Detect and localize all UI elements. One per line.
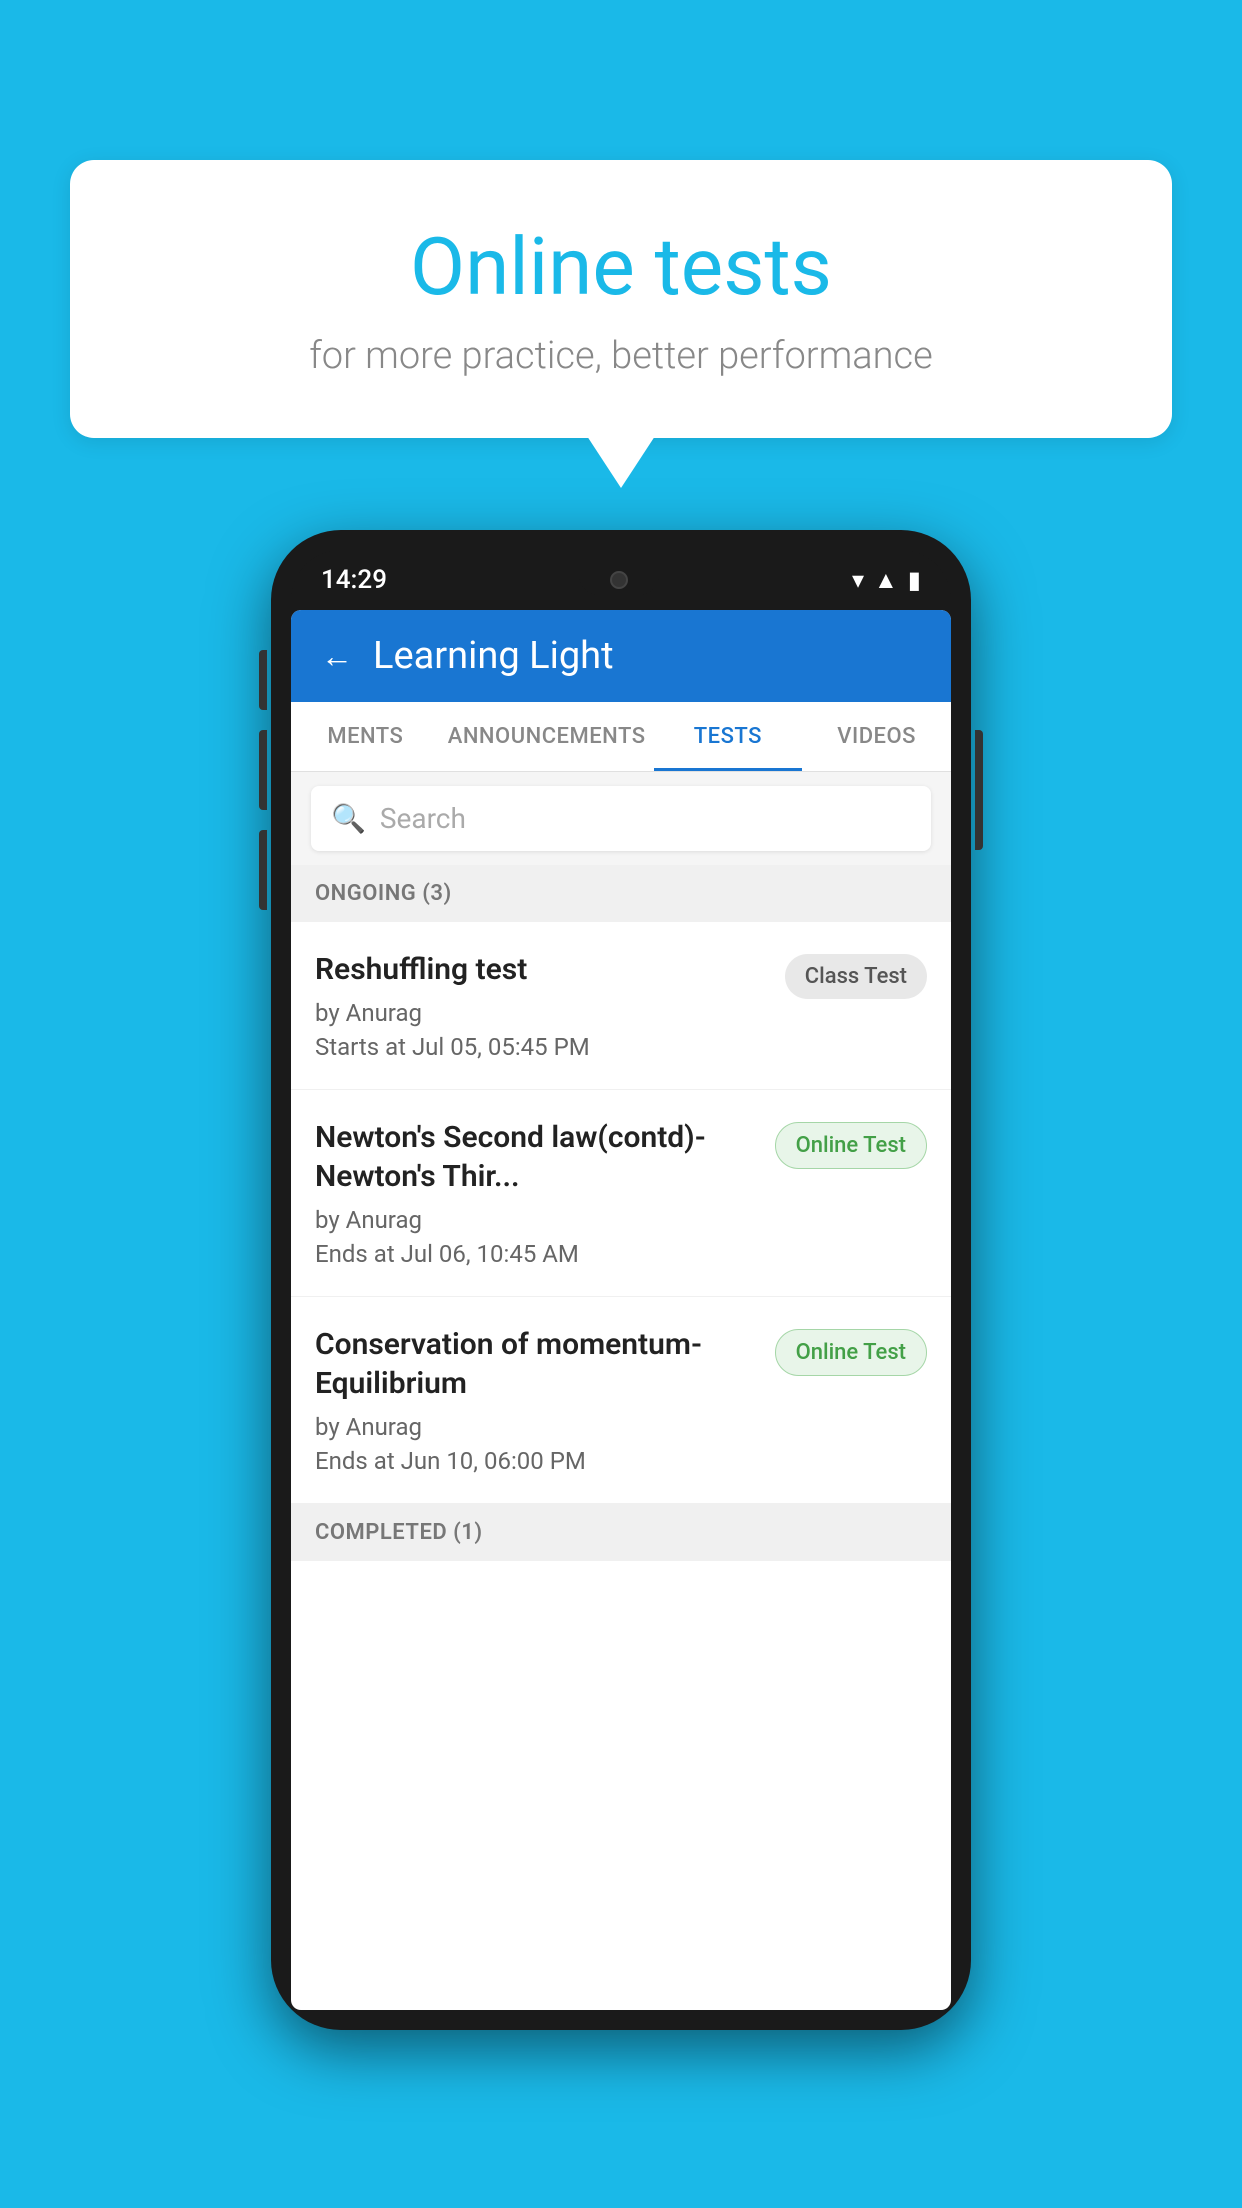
phone-screen: ← Learning Light MENTS ANNOUNCEMENTS TES… (291, 610, 951, 2010)
phone-camera (610, 571, 628, 589)
signal-icon: ▲ (874, 566, 898, 595)
test-author-conservation: by Anurag (315, 1413, 759, 1441)
speech-bubble: Online tests for more practice, better p… (70, 160, 1172, 438)
tab-videos[interactable]: VIDEOS (802, 702, 951, 771)
ongoing-section-header: ONGOING (3) (291, 865, 951, 922)
test-author-reshuffling: by Anurag (315, 999, 769, 1027)
test-info-conservation: Conservation of momentum-Equilibrium by … (315, 1325, 759, 1475)
search-placeholder-text: Search (380, 802, 466, 835)
phone-time: 14:29 (321, 565, 387, 595)
phone-frame: 14:29 ▾ ▲ ▮ ← Learning Light MENTS (271, 530, 971, 2030)
search-input-wrapper[interactable]: 🔍 Search (311, 786, 931, 851)
tabs-container: MENTS ANNOUNCEMENTS TESTS VIDEOS (291, 702, 951, 772)
phone-side-btn-extra (259, 830, 267, 910)
tab-ments[interactable]: MENTS (291, 702, 440, 771)
back-button[interactable]: ← (321, 637, 353, 675)
phone-status-bar: 14:29 ▾ ▲ ▮ (291, 550, 951, 610)
test-author-newtons: by Anurag (315, 1206, 759, 1234)
completed-section-header: COMPLETED (1) (291, 1504, 951, 1561)
test-time-conservation: Ends at Jun 10, 06:00 PM (315, 1447, 759, 1475)
test-name-reshuffling: Reshuffling test (315, 950, 769, 989)
phone-notch (579, 565, 659, 595)
test-item-conservation[interactable]: Conservation of momentum-Equilibrium by … (291, 1297, 951, 1504)
phone-side-btn-power (975, 730, 983, 850)
test-time-newtons: Ends at Jul 06, 10:45 AM (315, 1240, 759, 1268)
phone-container: 14:29 ▾ ▲ ▮ ← Learning Light MENTS (271, 530, 971, 2030)
test-item-reshuffling[interactable]: Reshuffling test by Anurag Starts at Jul… (291, 922, 951, 1090)
speech-bubble-title: Online tests (150, 220, 1092, 314)
tab-tests[interactable]: TESTS (654, 702, 803, 771)
wifi-icon: ▾ (852, 566, 864, 594)
test-info-reshuffling: Reshuffling test by Anurag Starts at Jul… (315, 950, 769, 1061)
battery-icon: ▮ (908, 566, 921, 594)
test-time-reshuffling: Starts at Jul 05, 05:45 PM (315, 1033, 769, 1061)
search-icon: 🔍 (331, 802, 366, 835)
phone-side-btn-volume-up (259, 650, 267, 710)
test-item-newtons[interactable]: Newton's Second law(contd)-Newton's Thir… (291, 1090, 951, 1297)
test-badge-conservation: Online Test (775, 1329, 927, 1376)
tab-announcements[interactable]: ANNOUNCEMENTS (440, 702, 654, 771)
test-info-newtons: Newton's Second law(contd)-Newton's Thir… (315, 1118, 759, 1268)
test-name-newtons: Newton's Second law(contd)-Newton's Thir… (315, 1118, 759, 1196)
test-badge-newtons: Online Test (775, 1122, 927, 1169)
test-name-conservation: Conservation of momentum-Equilibrium (315, 1325, 759, 1403)
speech-bubble-container: Online tests for more practice, better p… (70, 160, 1172, 438)
phone-side-btn-volume-down (259, 730, 267, 810)
phone-status-icons: ▾ ▲ ▮ (852, 566, 921, 595)
test-badge-reshuffling: Class Test (785, 954, 927, 999)
speech-bubble-subtitle: for more practice, better performance (150, 334, 1092, 378)
search-container: 🔍 Search (291, 772, 951, 865)
app-title: Learning Light (373, 634, 614, 678)
app-header: ← Learning Light (291, 610, 951, 702)
